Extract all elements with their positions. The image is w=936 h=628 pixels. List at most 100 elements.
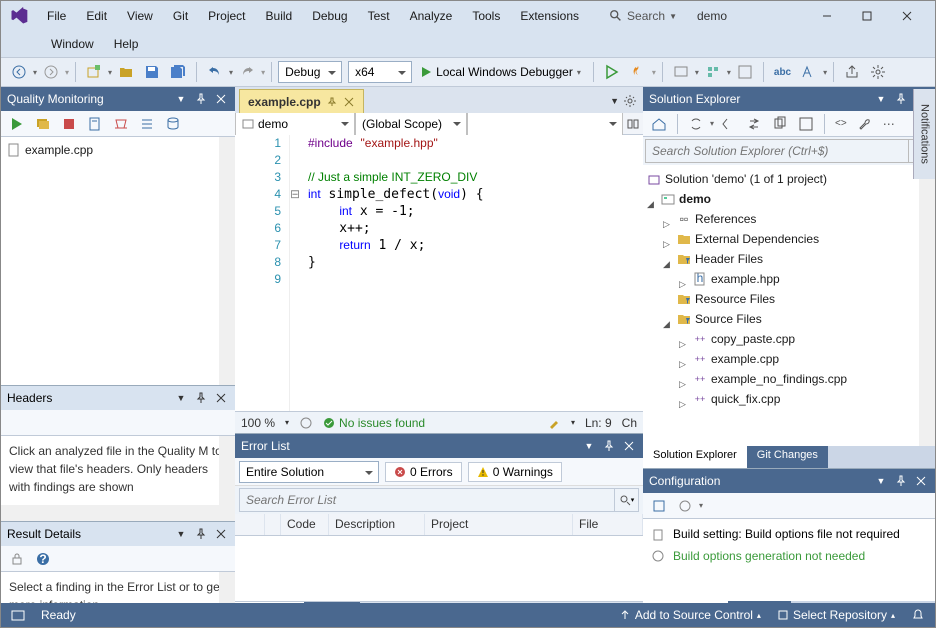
editor-tab-example[interactable]: example.cpp (239, 89, 364, 113)
chevron-down-icon[interactable]: ▾ (229, 68, 233, 77)
pin-icon[interactable] (601, 438, 617, 454)
se-collapse-button[interactable] (794, 114, 818, 134)
se-copy-button[interactable] (768, 114, 792, 134)
menu-build[interactable]: Build (256, 5, 303, 27)
tb-misc-4[interactable] (797, 62, 821, 82)
gear-icon[interactable] (623, 94, 637, 108)
configuration-header[interactable]: Configuration ▼ (643, 469, 935, 493)
se-wrench-button[interactable] (853, 114, 877, 134)
menu-git[interactable]: Git (163, 5, 198, 27)
fold-gutter[interactable]: ⊟ (290, 135, 304, 411)
pin-icon[interactable] (193, 91, 209, 107)
window-position-button[interactable]: ▼ (873, 473, 889, 489)
result-details-header[interactable]: Result Details ▼ (1, 522, 235, 546)
add-source-control-button[interactable]: Add to Source Control ▴ (619, 608, 761, 622)
menu-analyze[interactable]: Analyze (400, 5, 463, 27)
collapse-icon[interactable]: ◢ (663, 254, 673, 264)
output-icon[interactable] (11, 608, 25, 622)
menu-help[interactable]: Help (104, 33, 149, 55)
tree-project[interactable]: ◢demo (647, 189, 931, 209)
menu-view[interactable]: View (117, 5, 163, 27)
nav-scope-select[interactable]: (Global Scope) (355, 113, 467, 135)
lock-icon[interactable] (5, 549, 29, 569)
code-content[interactable]: #include "example.hpp" // Just a simple … (304, 135, 643, 411)
save-button[interactable] (140, 62, 164, 82)
tree-example-no-findings[interactable]: ▷++example_no_findings.cpp (647, 369, 931, 389)
abc-button[interactable]: abc (770, 65, 795, 80)
expand-icon[interactable]: ▷ (679, 334, 689, 344)
se-search[interactable]: ▾ (645, 139, 933, 163)
error-grid-header[interactable]: Code Description Project File (235, 514, 643, 536)
nav-forward-button[interactable] (39, 62, 63, 82)
chevron-down-icon[interactable]: ▾ (65, 68, 69, 77)
chevron-down-icon[interactable]: ▾ (699, 501, 703, 510)
menu-tools[interactable]: Tools (462, 5, 510, 27)
close-icon[interactable] (213, 526, 229, 542)
menu-file[interactable]: File (37, 5, 76, 27)
solution-explorer-header[interactable]: Solution Explorer ▼ (643, 87, 935, 111)
tree-references[interactable]: ▷▫▫References (647, 209, 931, 229)
close-button[interactable] (887, 4, 927, 29)
close-icon[interactable] (913, 473, 929, 489)
hot-reload-button[interactable] (626, 62, 650, 82)
se-code-button[interactable]: <> (831, 116, 851, 131)
close-icon[interactable] (213, 390, 229, 406)
tab-overflow-button[interactable]: ▼ (610, 96, 619, 106)
maximize-button[interactable] (847, 4, 887, 29)
menu-extensions[interactable]: Extensions (510, 5, 589, 27)
qm-file-item[interactable]: example.cpp (5, 141, 231, 159)
tab-git-changes[interactable]: Git Changes (747, 446, 828, 468)
chevron-down-icon[interactable]: ▾ (710, 119, 714, 128)
chevron-down-icon[interactable]: ▾ (823, 68, 827, 77)
select-repo-button[interactable]: Select Repository ▴ (777, 608, 895, 622)
error-search[interactable]: ▾ (239, 488, 639, 512)
qm-stop-button[interactable] (57, 114, 81, 134)
chevron-down-icon[interactable]: ▾ (33, 68, 37, 77)
window-position-button[interactable]: ▼ (873, 91, 889, 107)
nav-member-select[interactable] (467, 113, 623, 135)
se-home-button[interactable] (647, 114, 671, 134)
bell-icon[interactable] (911, 608, 925, 622)
brush-icon[interactable] (547, 416, 561, 430)
expand-icon[interactable]: ▷ (679, 354, 689, 364)
close-icon[interactable] (343, 96, 355, 108)
tb-misc-3[interactable] (733, 62, 757, 82)
chevron-down-icon[interactable]: ▾ (571, 418, 575, 427)
expand-icon[interactable]: ▷ (679, 274, 689, 284)
chevron-down-icon[interactable]: ▾ (261, 68, 265, 77)
tree-copy-paste[interactable]: ▷++copy_paste.cpp (647, 329, 931, 349)
menu-test[interactable]: Test (358, 5, 400, 27)
window-position-button[interactable]: ▼ (173, 91, 189, 107)
settings-button[interactable] (866, 62, 890, 82)
col-file[interactable]: File (573, 514, 643, 535)
se-sync-button[interactable] (684, 114, 708, 134)
se-more-button[interactable]: ⋯ (879, 115, 899, 133)
issues-status[interactable]: No issues found (323, 416, 425, 430)
nav-project-select[interactable]: demo (235, 113, 355, 135)
tree-example-cpp[interactable]: ▷++example.cpp (647, 349, 931, 369)
qm-refresh-button[interactable] (31, 114, 55, 134)
col-desc[interactable]: Description (329, 514, 425, 535)
chevron-down-icon[interactable]: ▾ (695, 68, 699, 77)
scrollbar-h[interactable] (1, 505, 219, 521)
qm-doc-button[interactable] (83, 114, 107, 134)
pin-icon[interactable] (193, 390, 209, 406)
tree-resource-files[interactable]: ▷Resource Files (647, 289, 931, 309)
undo-button[interactable] (203, 62, 227, 82)
error-search-input[interactable] (240, 489, 614, 511)
new-project-button[interactable] (82, 62, 106, 82)
warnings-filter-button[interactable]: 0 Warnings (468, 462, 562, 482)
chevron-down-icon[interactable]: ▾ (727, 68, 731, 77)
error-list-header[interactable]: Error List ▼ (235, 434, 643, 458)
chevron-down-icon[interactable]: ▾ (285, 418, 289, 427)
notifications-tab[interactable]: Notifications (913, 89, 935, 179)
platform-select[interactable]: x64 (348, 61, 412, 83)
tb-misc-2[interactable] (701, 62, 725, 82)
line-indicator[interactable]: Ln: 9 (585, 416, 612, 430)
error-scope-select[interactable]: Entire Solution (239, 461, 379, 483)
qm-play-button[interactable] (5, 114, 29, 134)
open-button[interactable] (114, 62, 138, 82)
expand-icon[interactable]: ▷ (663, 234, 673, 244)
qm-db-button[interactable] (161, 114, 185, 134)
redo-button[interactable] (235, 62, 259, 82)
